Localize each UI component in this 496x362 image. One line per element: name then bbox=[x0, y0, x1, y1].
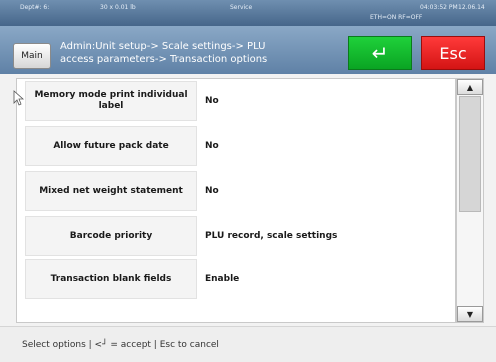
scroll-up-button[interactable]: ▲ bbox=[457, 79, 483, 95]
option-value[interactable]: Enable bbox=[205, 259, 239, 299]
option-value[interactable]: No bbox=[205, 126, 219, 166]
clock-date: 12.06.14 bbox=[458, 4, 485, 11]
department-indicator: Dept#: 6: bbox=[20, 4, 50, 11]
mouse-pointer-icon bbox=[13, 90, 25, 106]
scale-capacity: 30 x 0.01 lb bbox=[100, 4, 136, 11]
accept-button[interactable]: ↵ bbox=[348, 36, 412, 70]
breadcrumb: Admin:Unit setup-> Scale settings-> PLU … bbox=[60, 40, 330, 66]
option-label[interactable]: Transaction blank fields bbox=[25, 259, 197, 299]
option-label[interactable]: Memory mode print individual label bbox=[25, 81, 197, 121]
header-bar: Main Admin:Unit setup-> Scale settings->… bbox=[0, 26, 496, 74]
footer-bar: Select options | <┘ = accept | Esc to ca… bbox=[0, 326, 496, 362]
main-button[interactable]: Main bbox=[13, 43, 51, 69]
esc-button[interactable]: Esc bbox=[421, 36, 485, 70]
option-value[interactable]: No bbox=[205, 81, 219, 121]
options-list: Memory mode print individual label No Al… bbox=[16, 78, 456, 323]
option-row-mixed-net-weight[interactable]: Mixed net weight statement No bbox=[17, 169, 457, 213]
option-label[interactable]: Mixed net weight statement bbox=[25, 171, 197, 211]
breadcrumb-line-1: Admin:Unit setup-> Scale settings-> PLU bbox=[60, 41, 266, 52]
scrollbar[interactable]: ▲ ▼ bbox=[456, 78, 484, 323]
option-label[interactable]: Allow future pack date bbox=[25, 126, 197, 166]
footer-hint: Select options | <┘ = accept | Esc to ca… bbox=[22, 340, 219, 350]
mode-indicator: Service bbox=[230, 4, 253, 11]
option-row-transaction-blank-fields[interactable]: Transaction blank fields Enable bbox=[17, 257, 457, 301]
breadcrumb-line-2: access parameters-> Transaction options bbox=[60, 54, 268, 65]
option-value[interactable]: No bbox=[205, 171, 219, 211]
arrow-down-icon: ▼ bbox=[466, 309, 474, 319]
enter-icon: ↵ bbox=[371, 41, 389, 65]
network-status: ETH=ON RF=OFF bbox=[370, 14, 423, 21]
option-row-future-pack-date[interactable]: Allow future pack date No bbox=[17, 124, 457, 168]
scroll-down-button[interactable]: ▼ bbox=[457, 306, 483, 322]
option-label[interactable]: Barcode priority bbox=[25, 216, 197, 256]
option-row-barcode-priority[interactable]: Barcode priority PLU record, scale setti… bbox=[17, 214, 457, 258]
scroll-thumb[interactable] bbox=[459, 96, 481, 212]
arrow-up-icon: ▲ bbox=[466, 82, 474, 92]
clock-time: 04:03:52 PM bbox=[420, 4, 458, 11]
option-value[interactable]: PLU record, scale settings bbox=[205, 216, 337, 256]
option-row-memory-mode[interactable]: Memory mode print individual label No bbox=[17, 79, 457, 123]
status-bar: Dept#: 6: 30 x 0.01 lb Service 04:03:52 … bbox=[0, 0, 496, 26]
